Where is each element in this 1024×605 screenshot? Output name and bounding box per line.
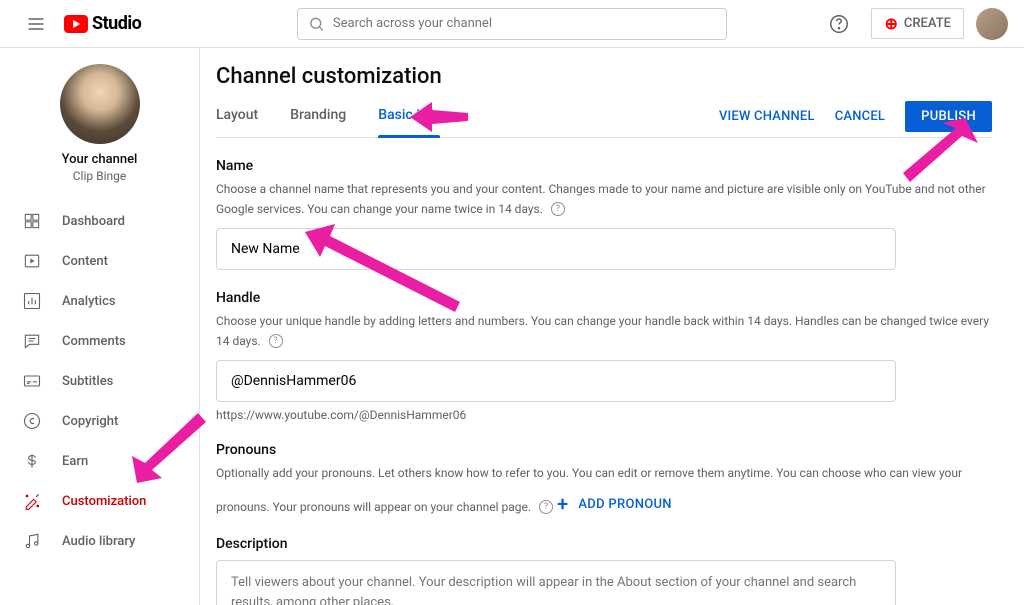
- view-channel-button[interactable]: VIEW CHANNEL: [719, 109, 815, 124]
- sidebar-item-earn[interactable]: Earn: [0, 441, 199, 481]
- subtitles-icon: [22, 371, 42, 391]
- sidebar-item-label: Audio library: [62, 534, 135, 549]
- tab-branding[interactable]: Branding: [290, 95, 346, 137]
- handle-desc: Choose your unique handle by adding lett…: [216, 314, 989, 348]
- earn-icon: [22, 451, 42, 471]
- description-section: Description: [216, 536, 992, 605]
- publish-button[interactable]: PUBLISH: [905, 101, 992, 132]
- handle-url: https://www.youtube.com/@DennisHammer06: [216, 408, 992, 422]
- channel-name: Clip Binge: [16, 169, 183, 183]
- sidebar-item-audio-library[interactable]: Audio library: [0, 521, 199, 561]
- help-icon[interactable]: ?: [269, 334, 283, 348]
- name-field[interactable]: [216, 228, 896, 270]
- sidebar-item-label: Earn: [62, 454, 88, 469]
- analytics-icon: [22, 291, 42, 311]
- customization-icon: [22, 491, 42, 511]
- sidebar-item-label: Subtitles: [62, 374, 113, 389]
- handle-input[interactable]: [231, 373, 881, 389]
- comments-icon: [22, 331, 42, 351]
- search-icon: [308, 15, 325, 33]
- account-avatar[interactable]: [976, 8, 1008, 40]
- handle-field[interactable]: [216, 360, 896, 402]
- sidebar-item-customization[interactable]: Customization: [0, 481, 199, 521]
- create-label: CREATE: [904, 16, 951, 31]
- youtube-studio-logo[interactable]: Studio: [64, 13, 141, 34]
- tab-layout[interactable]: Layout: [216, 95, 258, 137]
- add-pronoun-button[interactable]: + ADD PRONOUN: [557, 494, 672, 514]
- tab-bar: Layout Branding Basic info VIEW CHANNEL …: [216, 95, 992, 138]
- page-title: Channel customization: [216, 64, 992, 89]
- sidebar-item-label: Dashboard: [62, 214, 125, 229]
- name-input[interactable]: [231, 241, 881, 257]
- audio-library-icon: [22, 531, 42, 551]
- sidebar-item-comments[interactable]: Comments: [0, 321, 199, 361]
- search-container: [297, 8, 727, 40]
- handle-title: Handle: [216, 290, 992, 306]
- sidebar-item-label: Customization: [62, 494, 146, 509]
- dashboard-icon: [22, 211, 42, 231]
- help-icon[interactable]: ?: [551, 202, 565, 216]
- channel-profile: Your channel Clip Binge: [0, 64, 199, 201]
- youtube-icon: [64, 15, 88, 33]
- search-box[interactable]: [297, 8, 727, 40]
- content-icon: [22, 251, 42, 271]
- add-pronoun-label: ADD PRONOUN: [578, 497, 671, 512]
- help-icon: [828, 13, 850, 35]
- app-header: Studio ⊕ CREATE: [0, 0, 1024, 48]
- help-icon[interactable]: ?: [539, 500, 553, 514]
- plus-icon: +: [557, 494, 568, 514]
- sidebar-item-analytics[interactable]: Analytics: [0, 281, 199, 321]
- your-channel-label: Your channel: [16, 152, 183, 167]
- name-section: Name Choose a channel name that represen…: [216, 158, 992, 270]
- description-title: Description: [216, 536, 992, 552]
- sidebar-item-copyright[interactable]: Copyright: [0, 401, 199, 441]
- hamburger-menu[interactable]: [16, 4, 56, 44]
- pronouns-section: Pronouns Optionally add your pronouns. L…: [216, 442, 992, 516]
- create-button[interactable]: ⊕ CREATE: [871, 8, 964, 39]
- sidebar-item-label: Copyright: [62, 414, 118, 429]
- tab-basic-info[interactable]: Basic info: [378, 95, 440, 137]
- pronouns-title: Pronouns: [216, 442, 992, 458]
- name-desc: Choose a channel name that represents yo…: [216, 182, 986, 216]
- search-input[interactable]: [333, 16, 716, 31]
- create-plus-icon: ⊕: [884, 14, 897, 33]
- sidebar: Your channel Clip Binge Dashboard Conten…: [0, 48, 200, 605]
- main-content: Channel customization Layout Branding Ba…: [200, 48, 1024, 605]
- sidebar-item-label: Content: [62, 254, 108, 269]
- header-actions: ⊕ CREATE: [819, 4, 1008, 44]
- sidebar-item-label: Comments: [62, 334, 126, 349]
- handle-section: Handle Choose your unique handle by addi…: [216, 290, 992, 422]
- sidebar-item-dashboard[interactable]: Dashboard: [0, 201, 199, 241]
- sidebar-item-content[interactable]: Content: [0, 241, 199, 281]
- description-field[interactable]: [216, 560, 896, 605]
- sidebar-item-label: Analytics: [62, 294, 116, 309]
- channel-avatar[interactable]: [60, 64, 140, 144]
- name-title: Name: [216, 158, 992, 174]
- help-button[interactable]: [819, 4, 859, 44]
- cancel-button[interactable]: CANCEL: [835, 109, 885, 124]
- sidebar-item-subtitles[interactable]: Subtitles: [0, 361, 199, 401]
- description-textarea[interactable]: [231, 573, 881, 605]
- copyright-icon: [22, 411, 42, 431]
- logo-text: Studio: [92, 13, 141, 34]
